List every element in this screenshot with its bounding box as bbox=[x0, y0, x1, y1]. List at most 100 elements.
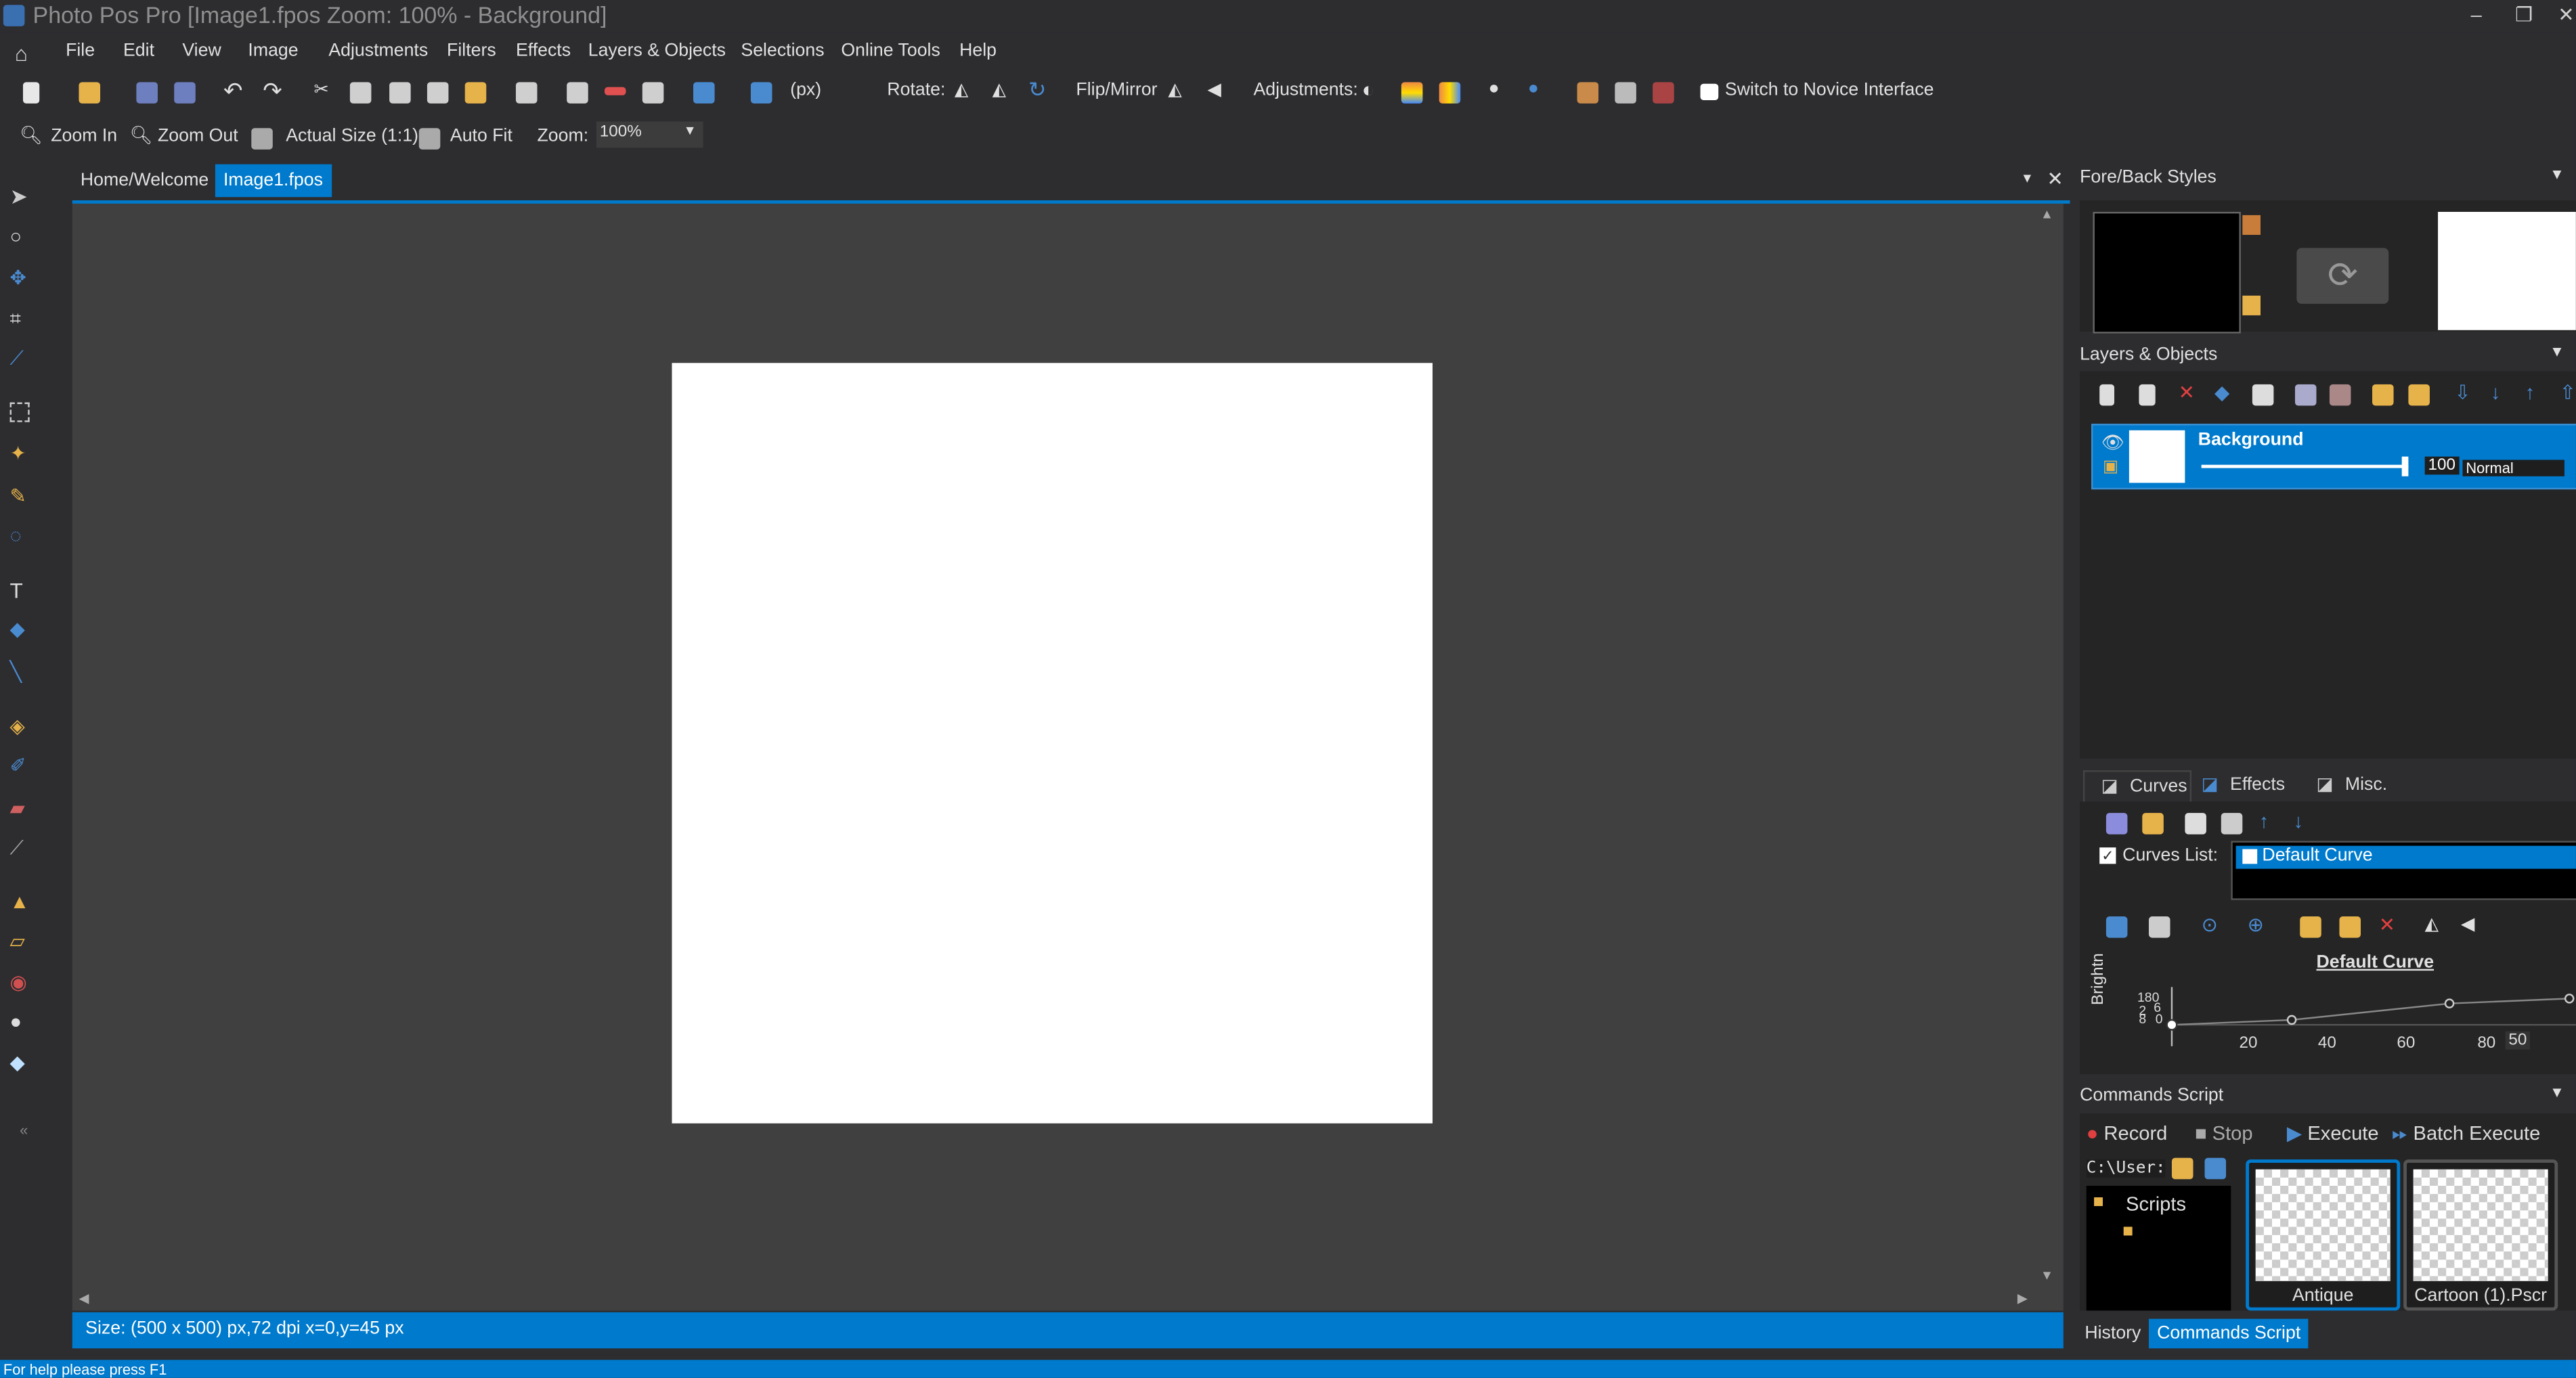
image-effect-2-icon[interactable] bbox=[1615, 82, 1636, 104]
fore-style-icon[interactable] bbox=[2242, 215, 2261, 236]
eraser-icon[interactable]: ▰ bbox=[10, 797, 33, 820]
ungroup-objects-icon[interactable] bbox=[2408, 384, 2430, 406]
move-top-icon[interactable]: ⇧ bbox=[2560, 381, 2576, 404]
panel-menu-icon[interactable]: ▼ bbox=[2550, 166, 2564, 182]
brightness-contrast-icon[interactable]: ◐ bbox=[1362, 77, 1375, 102]
curve-up-point-icon[interactable]: ⊕ bbox=[2248, 913, 2264, 936]
menu-image[interactable]: Image bbox=[248, 41, 298, 61]
ruler-icon[interactable] bbox=[604, 87, 626, 95]
menu-adjustments[interactable]: Adjustments bbox=[328, 41, 428, 61]
menu-layers-objects[interactable]: Layers & Objects bbox=[588, 41, 726, 61]
minimize-button[interactable]: – bbox=[2471, 3, 2482, 26]
undo-icon[interactable]: ↶ bbox=[223, 77, 242, 105]
redo-icon[interactable]: ↷ bbox=[263, 77, 282, 105]
record-button[interactable]: ● Record bbox=[2087, 1121, 2168, 1144]
curve-export-icon[interactable] bbox=[2339, 916, 2361, 938]
straighten-tool-icon[interactable]: ⟋ bbox=[10, 347, 33, 370]
foreground-swatch[interactable] bbox=[2093, 212, 2241, 334]
layer-mask-icon[interactable] bbox=[2294, 384, 2317, 406]
script-thumb-antique[interactable]: Antique bbox=[2246, 1159, 2401, 1311]
merge-layer-icon[interactable] bbox=[2252, 384, 2274, 406]
subfolder-icon[interactable]: ■ bbox=[2122, 1222, 2133, 1241]
curve-item-checkbox[interactable] bbox=[2242, 849, 2258, 864]
new-file-icon[interactable] bbox=[22, 82, 40, 104]
tab-image1[interactable]: Image1.fpos bbox=[215, 164, 332, 198]
menu-edit[interactable]: Edit bbox=[123, 41, 154, 61]
image-effect-1-icon[interactable] bbox=[1577, 82, 1599, 104]
curve-remove-icon[interactable]: ✕ bbox=[2379, 913, 2395, 936]
curve-flip-v-icon[interactable]: ◀ bbox=[2461, 913, 2475, 935]
save-curve-icon[interactable] bbox=[2105, 813, 2128, 835]
layer-properties-icon[interactable]: ◆ bbox=[2214, 381, 2229, 404]
tab-commands-script[interactable]: Commands Script bbox=[2148, 1318, 2309, 1349]
save-all-icon[interactable] bbox=[174, 82, 196, 104]
curve-up-icon[interactable]: ↑ bbox=[2259, 809, 2269, 832]
units-select[interactable]: (px) bbox=[790, 81, 821, 100]
curves-list[interactable]: Default Curve bbox=[2231, 841, 2576, 900]
color-balance-icon[interactable] bbox=[1439, 82, 1461, 104]
scroll-down-icon[interactable]: ▼ bbox=[2040, 1268, 2053, 1283]
delete-curve-icon[interactable] bbox=[2221, 813, 2243, 835]
browse-folder-icon[interactable] bbox=[2171, 1157, 2193, 1180]
background-swatch[interactable] bbox=[2438, 212, 2576, 330]
fill-bucket-icon[interactable]: ◈ bbox=[10, 715, 33, 738]
home-icon[interactable]: ⌂ bbox=[15, 41, 28, 66]
menu-selections[interactable]: Selections bbox=[741, 41, 824, 61]
stop-button[interactable]: ■ Stop bbox=[2195, 1121, 2253, 1144]
image-canvas[interactable] bbox=[672, 363, 1433, 1124]
copy-icon[interactable] bbox=[349, 82, 372, 104]
levels-icon[interactable] bbox=[1401, 82, 1423, 104]
panel-menu-icon[interactable]: ▼ bbox=[2550, 1084, 2564, 1101]
auto-fit-button[interactable]: Auto Fit bbox=[450, 127, 512, 146]
move-up-icon[interactable]: ↑ bbox=[2525, 381, 2535, 404]
zoom-select[interactable]: 100% ▼ bbox=[596, 121, 703, 148]
swap-colors-button[interactable]: ⟳ bbox=[2296, 248, 2389, 304]
curve-import-icon[interactable] bbox=[2300, 916, 2321, 938]
menu-effects[interactable]: Effects bbox=[516, 41, 571, 61]
opacity-slider[interactable] bbox=[2201, 464, 2409, 468]
zoom-tool-icon[interactable]: ○ bbox=[10, 225, 33, 248]
move-bottom-icon[interactable]: ⇩ bbox=[2454, 381, 2470, 404]
tabs-dropdown-icon[interactable]: ▼ bbox=[2021, 171, 2034, 185]
flip-vertical-icon[interactable]: ◀ bbox=[1208, 79, 1222, 100]
line-tool-icon[interactable]: ╲ bbox=[10, 660, 33, 683]
scroll-left-icon[interactable]: ◀ bbox=[79, 1291, 89, 1306]
lasso-icon[interactable]: ◌ bbox=[10, 524, 33, 547]
paste-special-icon[interactable] bbox=[464, 82, 487, 104]
smudge-icon[interactable]: ● bbox=[10, 1010, 33, 1033]
menu-online-tools[interactable]: Online Tools bbox=[841, 41, 940, 61]
fore-gradient-icon[interactable] bbox=[2242, 295, 2261, 315]
resize-icon[interactable] bbox=[693, 82, 715, 104]
measure-icon[interactable] bbox=[750, 82, 772, 104]
red-eye-icon[interactable]: ◉ bbox=[10, 971, 33, 994]
text-tool-icon[interactable]: T bbox=[10, 578, 33, 602]
zoom-out-button[interactable]: Zoom Out bbox=[158, 127, 238, 146]
new-layer-icon[interactable] bbox=[2099, 384, 2115, 406]
crop-image-icon[interactable] bbox=[515, 82, 538, 104]
layer-row-background[interactable]: 👁︎ ▣ Background 100 Normal bbox=[2091, 424, 2576, 490]
crop-tool-icon[interactable]: ⌗ bbox=[10, 307, 33, 330]
visibility-eye-icon[interactable]: 👁︎ bbox=[2101, 432, 2124, 453]
group-objects-icon[interactable] bbox=[2372, 384, 2394, 406]
hue-icon[interactable]: ● bbox=[1528, 79, 1539, 98]
bandage-icon[interactable]: ▱ bbox=[10, 929, 33, 952]
scripts-folder-label[interactable]: Scripts bbox=[2126, 1193, 2186, 1216]
tab-history[interactable]: History bbox=[2076, 1319, 2149, 1349]
rotate-right-icon[interactable]: ◭ bbox=[992, 79, 1007, 100]
move-down-icon[interactable]: ↓ bbox=[2491, 381, 2501, 404]
sponge-icon[interactable]: ◆ bbox=[10, 1051, 33, 1074]
tab-misc[interactable]: ◪ Misc. bbox=[2317, 770, 2422, 800]
curve-channels-icon[interactable] bbox=[2148, 916, 2170, 938]
script-path-field[interactable]: C:\User: bbox=[2086, 1159, 2166, 1178]
tab-home-welcome[interactable]: Home/Welcome bbox=[72, 164, 217, 198]
batch-execute-button[interactable]: ⏩︎ Batch Execute bbox=[2392, 1121, 2540, 1146]
stamp-icon[interactable]: ▲ bbox=[10, 890, 33, 913]
cut-icon[interactable]: ✂ bbox=[313, 79, 328, 100]
close-tab-icon[interactable]: ✕ bbox=[2047, 168, 2064, 191]
open-curve-icon[interactable] bbox=[2142, 813, 2164, 835]
tab-curves[interactable]: ◪ Curves bbox=[2082, 770, 2192, 803]
save-icon[interactable] bbox=[136, 82, 158, 104]
new-curve-icon[interactable] bbox=[2185, 813, 2206, 835]
expand-tools-icon[interactable]: « bbox=[20, 1121, 43, 1144]
rotate-left-icon[interactable]: ◭ bbox=[955, 79, 969, 100]
